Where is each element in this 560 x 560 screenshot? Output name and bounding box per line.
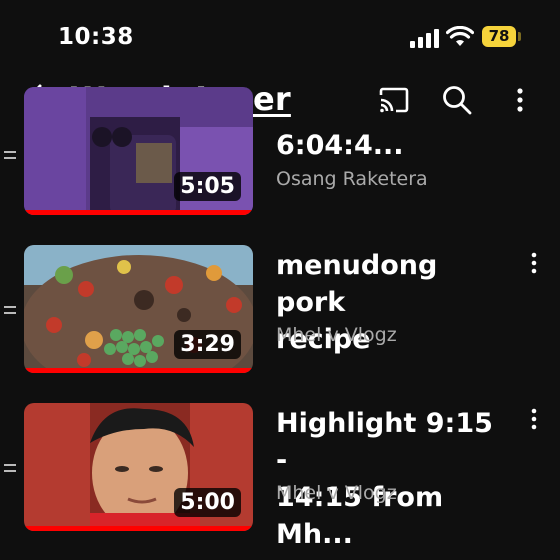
channel-name[interactable]: Mhel v Vlogz [276, 324, 397, 346]
video-thumbnail[interactable]: 5:00 [24, 403, 253, 531]
duration-badge: 5:05 [174, 172, 241, 201]
watch-progress-bar [24, 526, 253, 531]
battery-icon: 78 [482, 26, 516, 47]
drag-handle-icon[interactable] [4, 151, 18, 161]
drag-handle-icon[interactable] [4, 464, 18, 474]
duration-badge: 3:29 [174, 330, 241, 359]
duration-badge: 5:00 [174, 488, 241, 517]
more-vert-icon[interactable] [528, 251, 540, 277]
watch-progress-bar [24, 368, 253, 373]
list-item[interactable]: 5:05 6:04:4... Osang Raketera [0, 87, 560, 217]
drag-handle-icon[interactable] [4, 306, 18, 316]
battery-tip [518, 32, 521, 41]
video-thumbnail[interactable]: 3:29 [24, 245, 253, 373]
status-bar: 10:38 78 [0, 0, 560, 70]
channel-name[interactable]: Osang Raketera [276, 168, 428, 190]
wifi-icon [446, 26, 474, 46]
video-title-line: menudong pork [276, 250, 438, 318]
channel-name[interactable]: Mhel v Vlogz [276, 482, 397, 504]
cellular-signal-icon [410, 28, 440, 48]
video-title[interactable]: 6:04:4... [276, 127, 512, 164]
video-title[interactable]: Highlight 9:15 - 14:15 from Mh... [276, 405, 512, 553]
video-title-line: Highlight 9:15 - [276, 408, 493, 476]
status-time: 10:38 [58, 24, 134, 50]
list-item[interactable]: 3:29 menudong pork recipe Mhel v Vlogz [0, 245, 560, 375]
more-vert-icon[interactable] [528, 407, 540, 433]
list-item[interactable]: 5:00 Highlight 9:15 - 14:15 from Mh... M… [0, 403, 560, 550]
watch-progress-bar [24, 210, 253, 215]
video-thumbnail[interactable]: 5:05 [24, 87, 253, 215]
